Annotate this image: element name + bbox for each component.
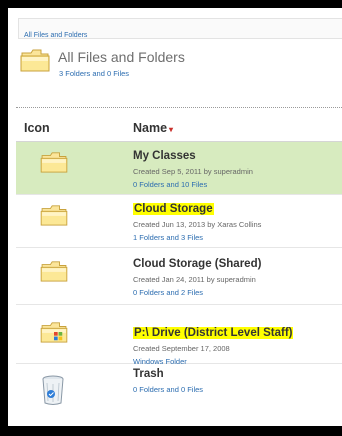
list-item[interactable]: P:\ Drive (District Level Staff) Created… <box>16 305 342 366</box>
page-subtitle: 3 Folders and 0 Files <box>59 69 130 78</box>
item-name[interactable]: My Classes <box>133 150 196 162</box>
item-name[interactable]: P:\ Drive (District Level Staff) <box>133 327 294 339</box>
item-count: 1 Folders and 3 Files <box>133 233 204 242</box>
file-browser-panel: All Files and Folders All Files and Fold… <box>8 8 342 426</box>
item-name[interactable]: Trash <box>133 368 164 380</box>
list-item[interactable]: My Classes Created Sep 5, 2011 by supera… <box>16 142 342 195</box>
windows-folder-icon <box>40 321 68 348</box>
page-title: All Files and Folders <box>58 49 185 65</box>
list-item[interactable]: Cloud Storage (Shared) Created Jan 24, 2… <box>16 248 342 305</box>
list-item[interactable]: Cloud Storage Created Jun 13, 2013 by Xa… <box>16 195 342 248</box>
trash-icon <box>40 374 66 411</box>
column-header-name[interactable]: Name ▾ <box>133 121 173 135</box>
sort-desc-icon: ▾ <box>169 125 174 134</box>
folder-icon <box>40 151 68 178</box>
item-name[interactable]: Cloud Storage (Shared) <box>133 258 261 270</box>
item-meta: Created Sep 5, 2011 by superadmin <box>133 167 253 176</box>
item-meta: Created September 17, 2008 <box>133 344 230 353</box>
folder-icon <box>40 260 68 287</box>
breadcrumb: All Files and Folders <box>18 18 342 39</box>
breadcrumb-link-all-files[interactable]: All Files and Folders <box>24 32 87 39</box>
divider <box>16 107 342 108</box>
item-meta: Created Jan 24, 2011 by superadmin <box>133 275 256 284</box>
column-header-name-label: Name <box>133 121 168 135</box>
item-count: 0 Folders and 0 Files <box>133 385 204 394</box>
item-count: 0 Folders and 2 Files <box>133 288 204 297</box>
column-header-icon: Icon <box>24 121 50 135</box>
highlight-mark: Cloud Storage <box>133 203 214 215</box>
folder-icon <box>20 48 50 77</box>
folder-icon <box>40 204 68 231</box>
item-count: 0 Folders and 10 Files <box>133 180 208 189</box>
highlight-mark: P:\ Drive (District Level Staff) <box>133 327 294 339</box>
list-item[interactable]: Trash 0 Folders and 0 Files <box>16 364 342 416</box>
item-name[interactable]: Cloud Storage <box>133 203 214 215</box>
item-meta: Created Jun 13, 2013 by Xaras Collins <box>133 220 262 229</box>
